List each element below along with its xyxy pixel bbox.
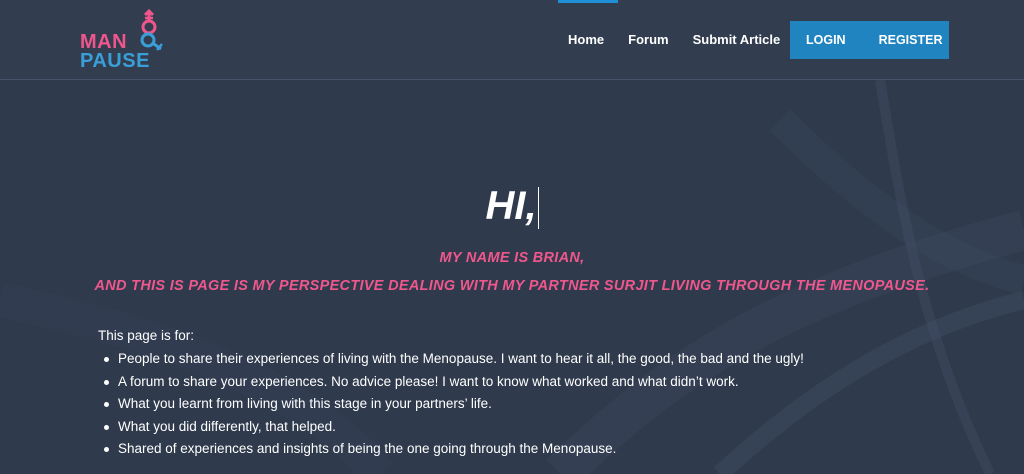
list-item-text: What you learnt from living with this st… (118, 396, 492, 412)
auth-buttons: LOGIN REGISTER (790, 21, 949, 59)
hero-tagline-perspective: AND THIS IS PAGE IS MY PERSPECTIVE DEALI… (94, 278, 930, 294)
nav-forum[interactable]: Forum (616, 21, 680, 59)
hero-tagline-name: MY NAME IS BRIAN, (439, 250, 585, 266)
bullet-icon (104, 379, 109, 385)
typing-cursor (537, 187, 539, 230)
hero-greeting-text: HI, (485, 184, 537, 228)
register-button[interactable]: REGISTER (879, 21, 943, 59)
bullet-icon (104, 402, 109, 408)
bullet-icon (104, 424, 109, 430)
logo-word-pause: PAUSE (80, 50, 150, 72)
list-item-text: What you did differently, that helped. (118, 418, 336, 434)
bullet-icon (104, 447, 109, 453)
list-item-text: People to share their experiences of liv… (118, 351, 804, 366)
list-item: What you did differently, that helped. (98, 418, 804, 441)
main-nav: Home Forum Submit Article (556, 21, 792, 59)
nav-submit-article[interactable]: Submit Article (681, 21, 793, 59)
hero-greeting: HI, (0, 181, 1024, 231)
nav-home[interactable]: Home (556, 21, 616, 59)
list-item: Shared of experiences and insights of be… (98, 440, 804, 463)
purpose-list: People to share their experiences of liv… (98, 350, 804, 463)
top-navbar: MAN PAUSE Home Forum Submit Article LOGI… (0, 0, 1024, 80)
intro-text: This page is for: (98, 328, 195, 343)
site-logo[interactable]: MAN PAUSE (78, 8, 168, 74)
login-button[interactable]: LOGIN (806, 21, 846, 59)
list-item-text: Shared of experiences and insights of be… (118, 441, 617, 457)
list-item: A forum to share your experiences. No ad… (98, 373, 804, 396)
list-item: What you learnt from living with this st… (98, 395, 804, 418)
list-item: People to share their experiences of liv… (98, 350, 804, 373)
list-item-text: A forum to share your experiences. No ad… (118, 373, 739, 389)
active-nav-indicator (558, 0, 618, 3)
bullet-icon (104, 357, 109, 362)
logo-word-man: MAN (80, 31, 128, 53)
